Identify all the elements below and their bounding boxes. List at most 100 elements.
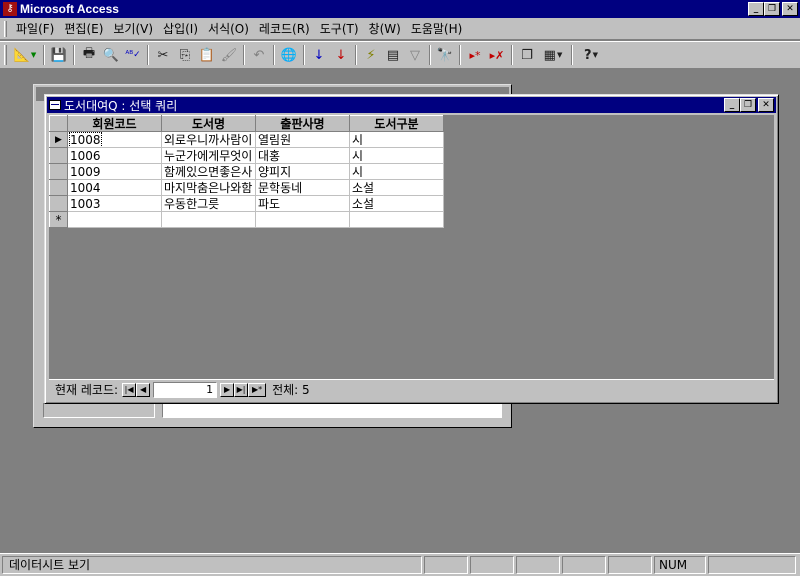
table-cell[interactable]: 소설 — [349, 195, 444, 212]
app-minimize-button[interactable]: _ — [748, 2, 764, 16]
record-number-input[interactable] — [153, 381, 218, 398]
table-cell[interactable]: 대홍 — [255, 147, 350, 164]
new-record-icon[interactable]: ▸* — [464, 44, 486, 66]
table-cell[interactable] — [349, 211, 444, 228]
find-icon[interactable]: 🔭 — [434, 44, 456, 66]
column-header-book-name[interactable]: 도서명 — [161, 115, 256, 132]
record-selector[interactable] — [49, 147, 68, 164]
undo-icon[interactable]: ↶ — [248, 44, 270, 66]
menu-window[interactable]: 창(W) — [364, 19, 406, 38]
menu-records[interactable]: 레코드(R) — [254, 19, 315, 38]
table-cell[interactable] — [67, 211, 162, 228]
app-restore-button[interactable]: ❐ — [764, 2, 780, 16]
table-cell[interactable]: 문학동네 — [255, 179, 350, 196]
toolbar-separator — [243, 45, 245, 65]
menu-insert[interactable]: 삽입(I) — [158, 19, 203, 38]
apply-filter-icon[interactable]: ▽ — [404, 44, 426, 66]
cell-text[interactable]: 1008 — [69, 131, 102, 147]
spelling-icon[interactable]: ᴬᴮ✓ — [122, 44, 144, 66]
table-cell[interactable]: 함께있으면좋은사 — [161, 163, 256, 180]
query-window-title: 도서대여Q : 선택 쿼리 — [64, 98, 178, 113]
table-cell[interactable]: 마지막춤은나와함 — [161, 179, 256, 196]
query-close-button[interactable]: ✕ — [758, 98, 774, 112]
status-panel — [562, 556, 606, 574]
toolbar-separator — [73, 45, 75, 65]
table-cell[interactable]: 1009 — [67, 163, 162, 180]
toolbar-separator — [273, 45, 275, 65]
menu-edit[interactable]: 편집(E) — [59, 19, 108, 38]
print-icon[interactable]: 🖶 — [78, 44, 100, 66]
query-window-title-bar[interactable]: 도서대여Q : 선택 쿼리 _ ❐ ✕ — [47, 97, 776, 113]
table-cell[interactable]: 소설 — [349, 179, 444, 196]
next-record-button[interactable]: ▶ — [220, 382, 235, 397]
table-cell[interactable] — [255, 211, 350, 228]
table-cell[interactable]: 열림원 — [255, 131, 350, 148]
table-cell[interactable]: 1006 — [67, 147, 162, 164]
record-selector[interactable] — [49, 163, 68, 180]
toolbar-separator — [147, 45, 149, 65]
view-design-icon[interactable]: 📐 ▼ — [10, 44, 40, 66]
menu-grip[interactable] — [4, 20, 7, 37]
cut-icon[interactable]: ✂ — [152, 44, 174, 66]
new-record-row: * — [49, 211, 444, 228]
table-cell[interactable]: 1004 — [67, 179, 162, 196]
sort-descending-icon[interactable]: ↓ — [330, 44, 352, 66]
print-preview-icon[interactable]: 🔍 — [100, 44, 122, 66]
table-cell[interactable]: 시 — [349, 147, 444, 164]
new-record-nav-button[interactable]: ▶* — [248, 382, 267, 397]
select-all-corner[interactable] — [49, 115, 68, 132]
database-window-icon[interactable]: ❐ — [516, 44, 538, 66]
menu-file[interactable]: 파일(F) — [11, 19, 59, 38]
new-record-marker[interactable]: * — [49, 211, 68, 228]
hyperlink-icon[interactable]: 🌐 — [278, 44, 300, 66]
menu-help[interactable]: 도움말(H) — [406, 19, 468, 38]
toolbar-grip[interactable] — [4, 45, 7, 65]
access-key-icon[interactable]: ⚷ — [3, 2, 17, 16]
column-header-publisher[interactable]: 출판사명 — [255, 115, 350, 132]
app-close-button[interactable]: ✕ — [782, 2, 798, 16]
status-panel — [516, 556, 560, 574]
toolbar-separator — [355, 45, 357, 65]
record-selector[interactable] — [49, 179, 68, 196]
table-cell[interactable]: 양피지 — [255, 163, 350, 180]
table-cell[interactable]: 누군가에게무엇이 — [161, 147, 256, 164]
table-cell[interactable]: 시 — [349, 131, 444, 148]
table-row: ▶ 1008 외로우니까사람이 열림원 시 — [49, 131, 444, 148]
query-maximize-button[interactable]: ❐ — [740, 98, 756, 112]
table-cell[interactable] — [161, 211, 256, 228]
copy-icon[interactable]: ⎘ — [174, 44, 196, 66]
column-header-member-code[interactable]: 회원코드 — [67, 115, 162, 132]
status-panel — [470, 556, 514, 574]
previous-record-button[interactable]: ◀ — [136, 382, 151, 397]
table-cell[interactable]: 우동한그릇 — [161, 195, 256, 212]
datasheet-icon[interactable] — [49, 100, 61, 110]
table-row: 1006 누군가에게무엇이 대홍 시 — [49, 147, 444, 164]
table-cell[interactable]: 시 — [349, 163, 444, 180]
sort-ascending-icon[interactable]: ↓ — [308, 44, 330, 66]
menu-tools[interactable]: 도구(T) — [315, 19, 364, 38]
column-header-book-category[interactable]: 도서구분 — [349, 115, 444, 132]
filter-by-selection-icon[interactable]: ⚡ — [360, 44, 382, 66]
table-cell[interactable]: 파도 — [255, 195, 350, 212]
header-row: 회원코드 도서명 출판사명 도서구분 — [49, 115, 444, 132]
toolbar-separator — [429, 45, 431, 65]
status-panel — [424, 556, 468, 574]
first-record-button[interactable]: |◀ — [122, 382, 137, 397]
table-cell[interactable]: 1008 — [67, 131, 162, 148]
save-icon[interactable]: 💾 — [48, 44, 70, 66]
toolbar-separator — [43, 45, 45, 65]
paste-icon[interactable]: 📋 — [196, 44, 218, 66]
table-cell[interactable]: 외로우니까사람이 — [161, 131, 256, 148]
new-object-icon[interactable]: ▦ ▼ — [538, 44, 568, 66]
table-cell[interactable]: 1003 — [67, 195, 162, 212]
current-record-marker[interactable]: ▶ — [49, 131, 68, 148]
format-painter-icon[interactable]: 🖌 — [218, 44, 240, 66]
query-minimize-button[interactable]: _ — [724, 98, 740, 112]
help-icon[interactable]: ? ▼ — [576, 44, 606, 66]
record-selector[interactable] — [49, 195, 68, 212]
menu-view[interactable]: 보기(V) — [108, 19, 158, 38]
last-record-button[interactable]: ▶| — [234, 382, 249, 397]
delete-record-icon[interactable]: ▸✗ — [486, 44, 508, 66]
filter-by-form-icon[interactable]: ▤ — [382, 44, 404, 66]
menu-format[interactable]: 서식(O) — [203, 19, 254, 38]
